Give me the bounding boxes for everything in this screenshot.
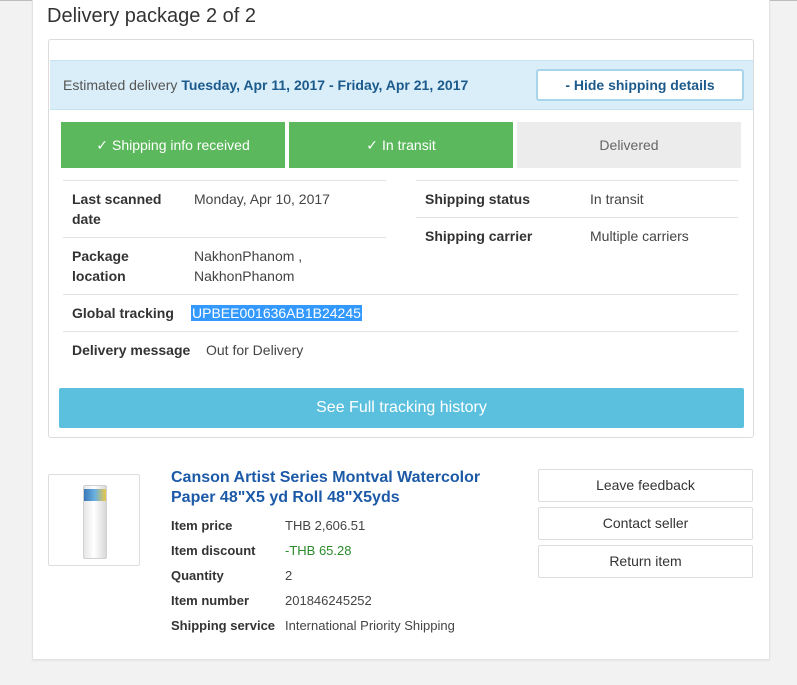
item-number-label: Item number (171, 593, 250, 608)
estimated-delivery-label: Estimated delivery (63, 77, 178, 93)
last-scanned-label: Last scanned date (72, 191, 162, 227)
shipping-carrier-value: Multiple carriers (590, 228, 689, 244)
row-divider (63, 331, 738, 332)
check-icon: ✓ (96, 137, 108, 153)
delivery-message-value: Out for Delivery (206, 342, 304, 358)
row-divider (416, 180, 738, 181)
quantity-label: Quantity (171, 568, 224, 583)
shipping-progress: ✓ Shipping info received ✓ In transit Deli… (61, 122, 742, 168)
item-discount-label: Item discount (171, 543, 256, 558)
package-location-value: NakhonPhanom , NakhonPhanom (194, 248, 303, 284)
see-full-tracking-history-button[interactable]: See Full tracking history (59, 388, 744, 428)
step-in-transit: ✓ In transit (289, 122, 513, 168)
row-divider (63, 180, 386, 181)
leave-feedback-button[interactable]: Leave feedback (538, 469, 753, 502)
row-divider (63, 237, 386, 238)
item-price-label: Item price (171, 518, 233, 533)
step-label: Delivered (599, 137, 659, 153)
roll-label-graphic (84, 489, 106, 501)
step-delivered: Delivered (517, 122, 741, 168)
return-item-button[interactable]: Return item (538, 545, 753, 578)
delivery-message-label: Delivery message (72, 342, 191, 358)
global-tracking-label: Global tracking (72, 305, 174, 321)
estimated-delivery: Estimated delivery Tuesday, Apr 11, 2017 … (63, 77, 468, 93)
estimated-delivery-dates: Tuesday, Apr 11, 2017 - Friday, Apr 21, … (181, 77, 469, 93)
item-thumbnail[interactable] (48, 474, 140, 566)
row-divider (416, 217, 738, 218)
shipping-carrier-label: Shipping carrier (425, 228, 533, 244)
tracking-number-selection[interactable]: UPBEE001636AB1B24245 (191, 305, 362, 321)
hide-shipping-details-button[interactable]: - Hide shipping details (536, 69, 744, 101)
last-scanned-value: Monday, Apr 10, 2017 (194, 191, 330, 207)
estimated-delivery-bar: Estimated delivery Tuesday, Apr 11, 2017 … (50, 60, 753, 110)
global-tracking-number[interactable]: UPBEE001636AB1B24245 (191, 303, 451, 323)
check-icon: ✓ (366, 137, 379, 153)
step-label: Shipping info received (111, 137, 250, 153)
quantity-value: 2 (285, 568, 293, 583)
item-discount-value: -THB 65.28 (285, 543, 352, 558)
package-location-label: Package location (72, 248, 129, 284)
step-label: In transit (382, 137, 436, 153)
step-shipping-info-received: ✓ Shipping info received (61, 122, 285, 168)
shipping-details-panel: Estimated delivery Tuesday, Apr 11, 2017 … (48, 39, 754, 438)
item-number-value: 201846245252 (285, 593, 372, 608)
contact-seller-button[interactable]: Contact seller (538, 507, 753, 540)
shipping-service-value: International Priority Shipping (285, 618, 455, 633)
row-divider (63, 294, 738, 295)
item-price-value: THB 2,606.51 (285, 518, 366, 533)
item-title-link[interactable]: Canson Artist Series Montval Watercolor … (171, 468, 511, 508)
shipping-status-value: In transit (590, 191, 644, 207)
shipping-service-label: Shipping service (171, 618, 276, 633)
package-title: Delivery package 2 of 2 (47, 5, 257, 27)
shipping-status-label: Shipping status (425, 191, 530, 207)
